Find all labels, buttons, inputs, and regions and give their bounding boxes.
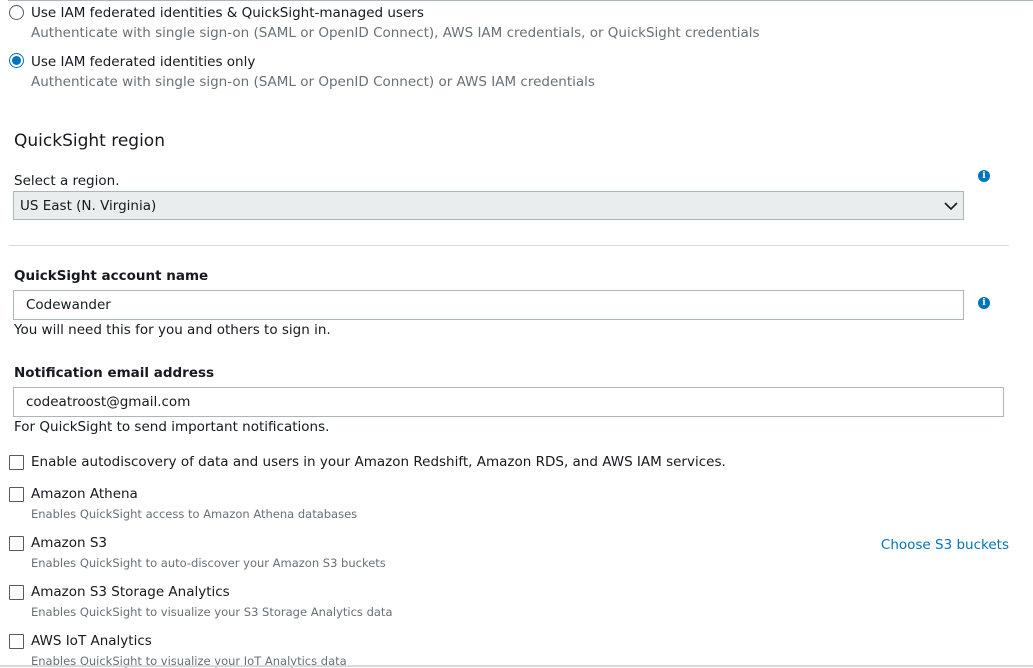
region-select-label: Select a region. — [14, 173, 120, 189]
region-info-icon[interactable]: i — [978, 170, 990, 182]
email-help: For QuickSight to send important notific… — [14, 419, 330, 435]
region-heading: QuickSight region — [14, 131, 165, 151]
s3-storage-analytics-description: Enables QuickSight to visualize your S3 … — [31, 605, 393, 619]
section-divider — [9, 245, 1009, 246]
account-name-title: QuickSight account name — [14, 268, 209, 284]
account-name-help: You will need this for you and others to… — [14, 322, 331, 338]
radio-federated-and-managed[interactable] — [9, 5, 24, 20]
radio-federated-only-description: Authenticate with single sign-on (SAML o… — [31, 74, 595, 90]
choose-s3-buckets-link[interactable]: Choose S3 buckets — [881, 537, 1009, 553]
radio-federated-only[interactable] — [9, 53, 24, 68]
autodiscovery-label: Enable autodiscovery of data and users i… — [31, 454, 726, 470]
top-border — [8, 0, 1033, 1]
region-select-value: US East (N. Virginia) — [20, 198, 157, 214]
chevron-down-icon — [944, 202, 958, 211]
athena-label: Amazon Athena — [31, 486, 138, 502]
s3-storage-analytics-label: Amazon S3 Storage Analytics — [31, 584, 230, 600]
athena-description: Enables QuickSight access to Amazon Athe… — [31, 507, 358, 521]
region-select[interactable]: US East (N. Virginia) — [13, 191, 964, 220]
s3-description: Enables QuickSight to auto-discover your… — [31, 556, 386, 570]
radio-federated-and-managed-description: Authenticate with single sign-on (SAML o… — [31, 25, 760, 41]
radio-federated-and-managed-label: Use IAM federated identities & QuickSigh… — [31, 5, 424, 21]
radio-federated-only-label: Use IAM federated identities only — [31, 54, 256, 70]
athena-checkbox[interactable] — [9, 487, 24, 502]
autodiscovery-checkbox[interactable] — [9, 455, 24, 470]
s3-storage-analytics-checkbox[interactable] — [9, 585, 24, 600]
s3-checkbox[interactable] — [9, 536, 24, 551]
s3-label: Amazon S3 — [31, 535, 108, 551]
account-name-input[interactable] — [13, 290, 964, 320]
email-title: Notification email address — [14, 365, 215, 381]
email-input[interactable] — [13, 387, 1004, 417]
iot-analytics-label: AWS IoT Analytics — [31, 633, 152, 649]
iot-analytics-checkbox[interactable] — [9, 634, 24, 649]
account-info-icon[interactable]: i — [978, 297, 990, 309]
